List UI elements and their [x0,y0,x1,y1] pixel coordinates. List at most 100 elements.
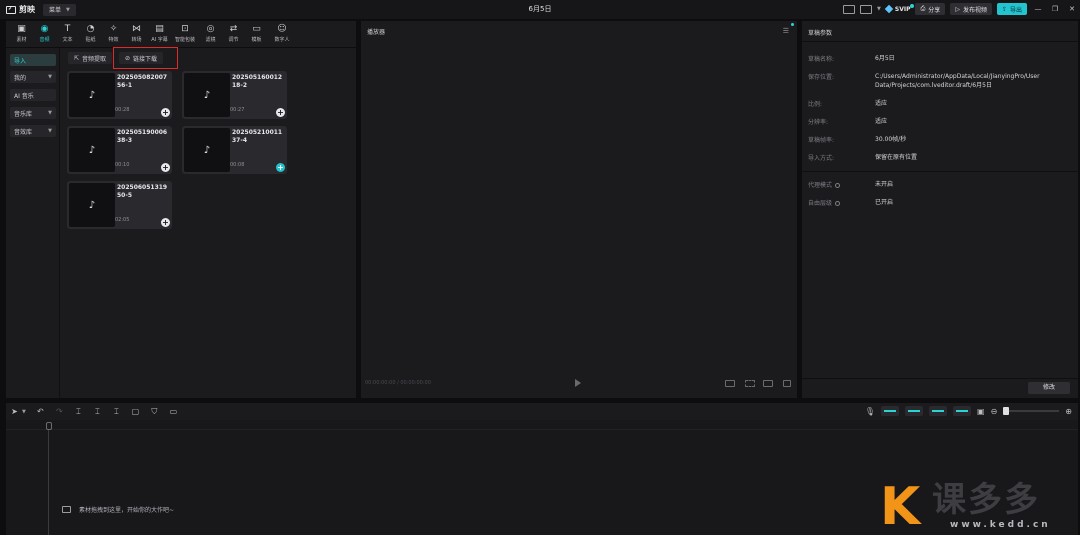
media-card[interactable]: ♪ 20250605131950-5 02:05 + [67,181,172,229]
effects-icon: ✧ [109,24,118,34]
tab-transition[interactable]: ⋈ 转场 [125,21,148,47]
sidebar-item-ai-music[interactable]: AI 音乐 [10,89,56,101]
restore-icon[interactable]: ❐ [1049,5,1061,13]
prop-label: 比例: [808,101,823,108]
slider-knob[interactable] [1003,407,1010,415]
media-name: 20250516001218-2 [232,74,283,89]
screenshot-icon[interactable]: ▣ [977,407,985,416]
fullscreen-icon[interactable] [783,380,791,387]
media-card[interactable]: ♪ 20250508200756-1 00:28 + [67,71,172,119]
media-card[interactable]: ♪ 20250516001218-2 00:27 + [182,71,287,119]
sidebar-item-music-library[interactable]: 音乐库 ▼ [10,107,56,119]
info-icon[interactable] [835,201,841,206]
menu-icon[interactable]: ☰ [783,27,789,35]
cursor-select-icon[interactable]: ➤ [10,407,19,416]
screen-icon[interactable] [763,380,773,387]
menu-button[interactable]: 菜单 ▼ [43,3,76,16]
redo-icon[interactable]: ↷ [55,407,64,416]
keyboard-icon[interactable] [843,4,856,14]
publish-label: 发布视频 [962,6,987,14]
playhead-handle[interactable] [46,422,52,430]
sidebar-item-import[interactable]: 导入 [10,54,56,66]
split-icon[interactable]: ⌶ [74,407,83,417]
crop-icon[interactable] [745,380,755,387]
zoom-out-icon[interactable]: ⊖ [991,407,998,416]
notification-dot [910,3,915,8]
tab-label: 特效 [108,37,119,43]
tab-audio[interactable]: ◉ 音频 [33,21,56,47]
split-right-icon[interactable]: ⌶ [112,407,121,417]
draft-params-panel: 草稿参数 草稿名称: 6月5日 保存位置: C:/Users/Administr… [802,21,1078,398]
add-to-track-button[interactable]: + [276,163,285,172]
minimize-icon[interactable]: — [1032,5,1044,13]
close-icon[interactable]: ✕ [1066,5,1078,13]
tab-text[interactable]: T 文本 [56,21,79,47]
prop-label-text: 自由层级 [808,200,833,207]
timeline-right-tools: 🎙 ▣ ⊖ ⊕ [865,406,1072,416]
undo-icon[interactable]: ↶ [36,407,45,416]
zoom-in-icon[interactable]: ⊕ [1065,407,1072,416]
chevron-down-icon[interactable]: ▼ [877,6,881,12]
media-duration: 00:27 [230,107,245,113]
export-button[interactable]: ⇪ 导出 [996,3,1027,15]
add-to-track-button[interactable]: + [161,163,170,172]
tab-sticker[interactable]: ◔ 贴纸 [79,21,102,47]
share-button[interactable]: ⎙ 分享 [915,3,946,15]
filter-icon: ◎ [206,24,215,34]
tab-effects[interactable]: ✧ 特效 [102,21,125,47]
tab-filter[interactable]: ◎ 滤镜 [199,21,222,47]
chevron-down-icon: ▼ [66,6,70,13]
tab-digital-human[interactable]: ☺ 数字人 [268,21,296,47]
audio-extract-button[interactable]: ⇱ 音频提取 [68,52,113,64]
prop-label-text: 代理模式 [808,182,833,189]
props-title: 草稿参数 [808,30,833,37]
ratio-icon[interactable] [725,380,735,387]
tab-media[interactable]: ▣ 素材 [10,21,33,47]
thumbnail: ♪ [69,128,115,172]
split-left-icon[interactable]: ⌶ [93,407,102,417]
time-ruler[interactable] [6,420,1078,430]
play-icon[interactable] [575,379,581,387]
layout-icon[interactable] [860,4,873,14]
auto-snap-icon[interactable] [905,406,924,416]
watermark-logo: K 课多多 www.kedd.cn [880,478,1080,535]
zoom-slider[interactable] [1003,407,1060,415]
microphone-icon[interactable]: 🎙 [865,407,875,416]
app-name: 剪映 [19,5,35,14]
tab-ai-caption[interactable]: ▤ AI 字幕 [148,21,171,47]
linkage-icon[interactable] [929,406,948,416]
media-duration: 00:08 [230,162,245,168]
tab-adjust[interactable]: ⇄ 调节 [222,21,245,47]
sidebar-item-mine[interactable]: 我的 ▼ [10,71,56,83]
sidebar-item-sfx-library[interactable]: 音效库 ▼ [10,125,56,137]
add-to-track-button[interactable]: + [276,108,285,117]
preview-axis-icon[interactable] [953,406,972,416]
tab-smart-pack[interactable]: ⊡ 智能包装 [171,21,199,47]
prop-label: 导入方式: [808,155,835,162]
chevron-down-icon[interactable]: ▼ [22,409,26,415]
prop-label: 草稿名称: [808,56,835,63]
media-card[interactable]: ♪ 20250519000638-3 00:10 + [67,126,172,174]
shield-icon[interactable]: ⛉ [150,407,159,417]
add-to-track-button[interactable]: + [161,218,170,227]
prop-value: 已开启 [875,199,894,206]
timeline-toolbar: ➤ ▼ ↶ ↷ ⌶ ⌶ ⌶ ▢ ⛉ ▭ 🎙 ▣ ⊖ ⊕ [6,403,1078,420]
tab-template[interactable]: ▭ 模板 [245,21,268,47]
prop-label: 分辨率: [808,119,829,126]
smart-pack-icon: ⊡ [181,24,189,34]
info-icon[interactable] [835,183,841,188]
add-to-track-button[interactable]: + [161,108,170,117]
delete-icon[interactable]: ▢ [131,407,140,416]
sticker-icon: ◔ [86,24,95,34]
player-title: 播放器 [367,29,386,36]
caption-icon[interactable]: ▭ [169,407,178,416]
main-track-magnet-icon[interactable] [881,406,900,416]
svip-badge[interactable]: SVIP [884,3,915,14]
publish-video-button[interactable]: ▷ 发布视频 [950,3,992,15]
modify-button[interactable]: 修改 [1028,382,1070,394]
media-card[interactable]: ♪ 20250521001137-4 00:08 + [182,126,287,174]
thumbnail: ♪ [184,73,230,117]
media-name: 20250508200756-1 [117,74,168,89]
template-icon: ▭ [252,24,261,34]
share-label: 分享 [928,6,941,14]
